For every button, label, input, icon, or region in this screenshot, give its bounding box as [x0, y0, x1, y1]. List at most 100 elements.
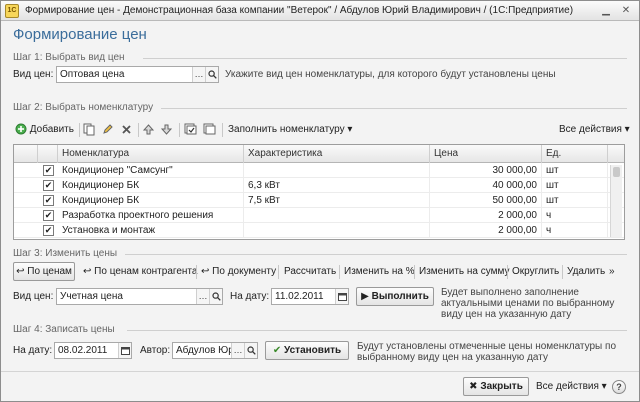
uncheck-all-icon [203, 123, 216, 135]
author-field[interactable]: Абдулов Юрий … [172, 342, 258, 359]
row-unit: шт [542, 178, 608, 193]
step4-label: Шаг 4: Записать цены [13, 324, 115, 335]
step3-date-field[interactable]: 11.02.2011 [271, 288, 349, 305]
toolbar-separator [278, 265, 279, 279]
scrollbar-thumb[interactable] [613, 167, 620, 177]
calendar-icon[interactable] [118, 343, 131, 358]
title-bar[interactable]: 1С Формирование цен - Демонстрационная б… [1, 1, 639, 21]
change-percent-button[interactable]: Изменить на % [344, 262, 415, 282]
main-window: 1С Формирование цен - Демонстрационная б… [0, 0, 640, 402]
arrow-left-icon: ↩ [83, 266, 92, 277]
toolbar-separator [507, 265, 508, 279]
move-down-button[interactable] [161, 120, 172, 140]
dropdown-arrow-icon: ▾ [601, 381, 607, 392]
row-unit: ч [542, 223, 608, 238]
step1-label: Шаг 1: Выбрать вид цен [13, 52, 125, 63]
row-checkbox[interactable]: ✔ [43, 210, 54, 221]
delete-row-button[interactable] [121, 120, 132, 140]
all-actions-label: Все действия [559, 124, 622, 135]
table-row[interactable]: ✔ Кондиционер "Самсунг" 30 000,00 шт [14, 163, 624, 178]
row-checkbox[interactable]: ✔ [43, 195, 54, 206]
row-item: Кондиционер БК [58, 178, 244, 193]
row-checkbox[interactable]: ✔ [43, 180, 54, 191]
by-document-button[interactable]: ↩ По документу [201, 262, 276, 282]
minimize-icon[interactable]: ▁ [599, 4, 613, 18]
step4-divider [127, 330, 627, 331]
copy-button[interactable] [83, 120, 96, 140]
row-checkbox[interactable]: ✔ [43, 165, 54, 176]
change-amount-button[interactable]: Изменить на сумму [419, 262, 510, 282]
arrow-left-icon: ↩ [201, 266, 210, 277]
play-icon: ▶ [361, 291, 369, 302]
close-icon: ✖ [469, 381, 478, 392]
price-type-field[interactable]: Оптовая цена … [56, 66, 219, 83]
help-icon[interactable]: ? [612, 380, 626, 394]
all-actions-menu[interactable]: Все действия ▾ [559, 120, 630, 140]
more-chevron-icon[interactable]: » [609, 262, 615, 282]
table-row[interactable]: ✔ Установка и монтаж 2 000,00 ч [14, 223, 624, 238]
arrow-down-icon [161, 124, 172, 135]
header-nomenclature[interactable]: Номенклатура [58, 145, 244, 163]
header-unit[interactable]: Ед. [542, 145, 608, 163]
step3-date-value: 11.02.2011 [275, 291, 324, 302]
table-row[interactable]: ✔ Кондиционер БК 7,5 кВт 50 000,00 шт [14, 193, 624, 208]
close-button[interactable]: ✖ Закрыть [463, 377, 529, 396]
uncheck-all-button[interactable] [203, 120, 216, 140]
fill-nomenclature-button[interactable]: Заполнить номенклатуру ▾ [228, 120, 352, 140]
row-price: 2 000,00 [430, 223, 542, 238]
close-window-icon[interactable]: ✕ [619, 4, 633, 18]
row-item: Кондиционер БК [58, 193, 244, 208]
select-ellipsis-icon[interactable]: … [231, 343, 244, 358]
dropdown-arrow-icon: ▾ [624, 124, 630, 135]
by-prices-button[interactable]: ↩ По ценам [13, 262, 75, 281]
row-unit: шт [542, 193, 608, 208]
add-button[interactable]: Добавить [15, 120, 74, 140]
calculate-button[interactable]: Рассчитать [284, 262, 336, 282]
set-prices-button[interactable]: ✔ Установить [265, 341, 349, 360]
step4-date-label: На дату: [13, 345, 53, 356]
toolbar-separator [196, 265, 197, 279]
step3-divider [125, 254, 627, 255]
table-scrollbar[interactable] [610, 165, 622, 237]
open-search-icon[interactable] [244, 343, 257, 358]
row-checkbox[interactable]: ✔ [43, 225, 54, 236]
select-ellipsis-icon[interactable]: … [192, 67, 205, 82]
row-item: Разработка проектного решения [58, 208, 244, 223]
select-ellipsis-icon[interactable]: … [196, 289, 209, 304]
header-price[interactable]: Цена [430, 145, 542, 163]
edit-button[interactable] [102, 120, 114, 140]
execute-label: Выполнить [371, 291, 429, 302]
footer-all-actions-menu[interactable]: Все действия ▾ [536, 377, 607, 397]
calendar-icon[interactable] [335, 289, 348, 304]
open-search-icon[interactable] [209, 289, 222, 304]
table-row[interactable]: ✔ Разработка проектного решения 2 000,00… [14, 208, 624, 223]
by-contractor-prices-label: По ценам контрагента [94, 266, 198, 277]
execute-button[interactable]: ▶ Выполнить [356, 287, 434, 306]
step4-date-field[interactable]: 08.02.2011 [54, 342, 132, 359]
open-search-icon[interactable] [205, 67, 218, 82]
by-contractor-prices-button[interactable]: ↩ По ценам контрагента [83, 262, 197, 282]
toolbar-separator [414, 265, 415, 279]
table-row[interactable]: ✔ Кондиционер БК 6,3 кВт 40 000,00 шт [14, 178, 624, 193]
arrow-left-icon: ↩ [16, 266, 25, 277]
add-icon [15, 123, 27, 135]
nomenclature-table[interactable]: Номенклатура Характеристика Цена Ед. ✔ К… [13, 144, 625, 240]
fill-nomenclature-label: Заполнить номенклатуру [228, 124, 345, 135]
row-item: Кондиционер "Самсунг" [58, 163, 244, 178]
delete-prices-button[interactable]: Удалить [567, 262, 605, 282]
step2-divider [161, 108, 627, 109]
check-all-button[interactable] [184, 120, 197, 140]
step3-toolbar: ↩ По ценам ↩ По ценам контрагента ↩ По д… [13, 262, 627, 282]
step3-price-type-field[interactable]: Учетная цена … [56, 288, 223, 305]
round-button[interactable]: Округлить [512, 262, 559, 282]
row-unit: шт [542, 163, 608, 178]
step3-price-type-label: Вид цен: [13, 291, 54, 302]
move-up-button[interactable] [143, 120, 154, 140]
row-characteristic: 6,3 кВт [244, 178, 430, 193]
row-characteristic [244, 208, 430, 223]
row-characteristic: 7,5 кВт [244, 193, 430, 208]
dropdown-arrow-icon: ▾ [347, 124, 353, 135]
app-logo-icon: 1С [5, 4, 19, 18]
header-characteristic[interactable]: Характеристика [244, 145, 430, 163]
author-label: Автор: [140, 345, 171, 356]
